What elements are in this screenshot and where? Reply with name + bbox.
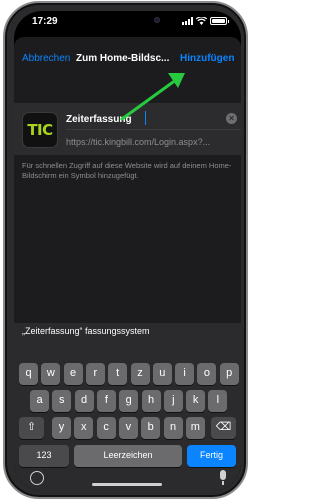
key-0-3[interactable]: r	[85, 363, 105, 385]
key-0-1[interactable]: w	[41, 363, 61, 385]
phone-frame: 17:29 Abbrechen Zum Home-Bildsc... Hinzu…	[3, 1, 248, 499]
website-app-icon: TIC	[22, 112, 58, 148]
hint-text: Für schnellen Zugriff auf diese Website …	[22, 161, 232, 180]
done-key[interactable]: Fertig	[187, 445, 236, 467]
key-1-1[interactable]: s	[52, 390, 72, 412]
key-2-4[interactable]: b	[141, 417, 161, 439]
keyboard: „Zeiterfassung“ fassungssystem ⇧ ⌫ 123 L…	[14, 323, 241, 491]
camera-icon	[154, 17, 160, 23]
home-indicator	[92, 483, 162, 486]
key-1-0[interactable]: a	[30, 390, 49, 412]
key-2-3[interactable]: v	[118, 417, 138, 439]
battery-icon	[210, 17, 229, 25]
key-1-2[interactable]: d	[74, 390, 94, 412]
cellular-signal-icon	[182, 17, 193, 25]
add-to-home-sheet: Abbrechen Zum Home-Bildsc... Hinzufügen …	[14, 37, 241, 491]
key-2-5[interactable]: n	[163, 417, 183, 439]
app-icon-logo-text: TIC	[27, 121, 53, 139]
shift-key[interactable]: ⇧	[19, 417, 44, 439]
autocorrect-suggestion[interactable]: „Zeiterfassung“ fassungssystem	[22, 326, 150, 336]
text-cursor	[145, 111, 146, 125]
numbers-key[interactable]: 123	[19, 445, 69, 467]
key-0-4[interactable]: t	[108, 363, 128, 385]
delete-key[interactable]: ⌫	[211, 417, 236, 439]
screen: 17:29 Abbrechen Zum Home-Bildsc... Hinzu…	[14, 11, 241, 491]
key-1-8[interactable]: l	[208, 390, 228, 412]
key-0-9[interactable]: p	[219, 363, 239, 385]
navbar-title: Zum Home-Bildsc...	[76, 53, 170, 64]
key-0-7[interactable]: i	[175, 363, 195, 385]
key-1-5[interactable]: h	[141, 390, 161, 412]
bookmark-card: TIC ✕ https://tic.kingbill.com/Login.asp…	[14, 103, 241, 155]
navbar: Abbrechen Zum Home-Bildsc... Hinzufügen	[14, 37, 241, 77]
bookmark-url: https://tic.kingbill.com/Login.aspx?...	[66, 137, 211, 147]
emoji-icon[interactable]	[30, 471, 44, 485]
key-1-7[interactable]: k	[186, 390, 206, 412]
key-1-4[interactable]: g	[119, 390, 139, 412]
notch	[72, 11, 183, 31]
wifi-icon	[196, 17, 207, 25]
key-0-2[interactable]: e	[63, 363, 83, 385]
key-0-8[interactable]: o	[197, 363, 217, 385]
cancel-button[interactable]: Abbrechen	[22, 53, 70, 64]
status-icons	[182, 17, 229, 25]
key-2-1[interactable]: x	[74, 417, 94, 439]
status-time: 17:29	[32, 16, 58, 27]
name-row: ✕	[66, 108, 241, 130]
key-0-0[interactable]: q	[19, 363, 38, 385]
key-2-6[interactable]: m	[185, 417, 205, 439]
key-0-5[interactable]: z	[130, 363, 150, 385]
bookmark-name-input[interactable]	[66, 111, 216, 127]
microphone-icon[interactable]	[220, 470, 226, 480]
space-key[interactable]: Leerzeichen	[74, 445, 182, 467]
add-button[interactable]: Hinzufügen	[180, 53, 234, 64]
clear-text-icon[interactable]: ✕	[226, 113, 237, 124]
key-0-6[interactable]: u	[152, 363, 172, 385]
key-1-6[interactable]: j	[163, 390, 183, 412]
key-2-2[interactable]: c	[96, 417, 116, 439]
key-1-3[interactable]: f	[96, 390, 116, 412]
microphone-stand	[222, 481, 224, 485]
key-2-0[interactable]: y	[52, 417, 71, 439]
